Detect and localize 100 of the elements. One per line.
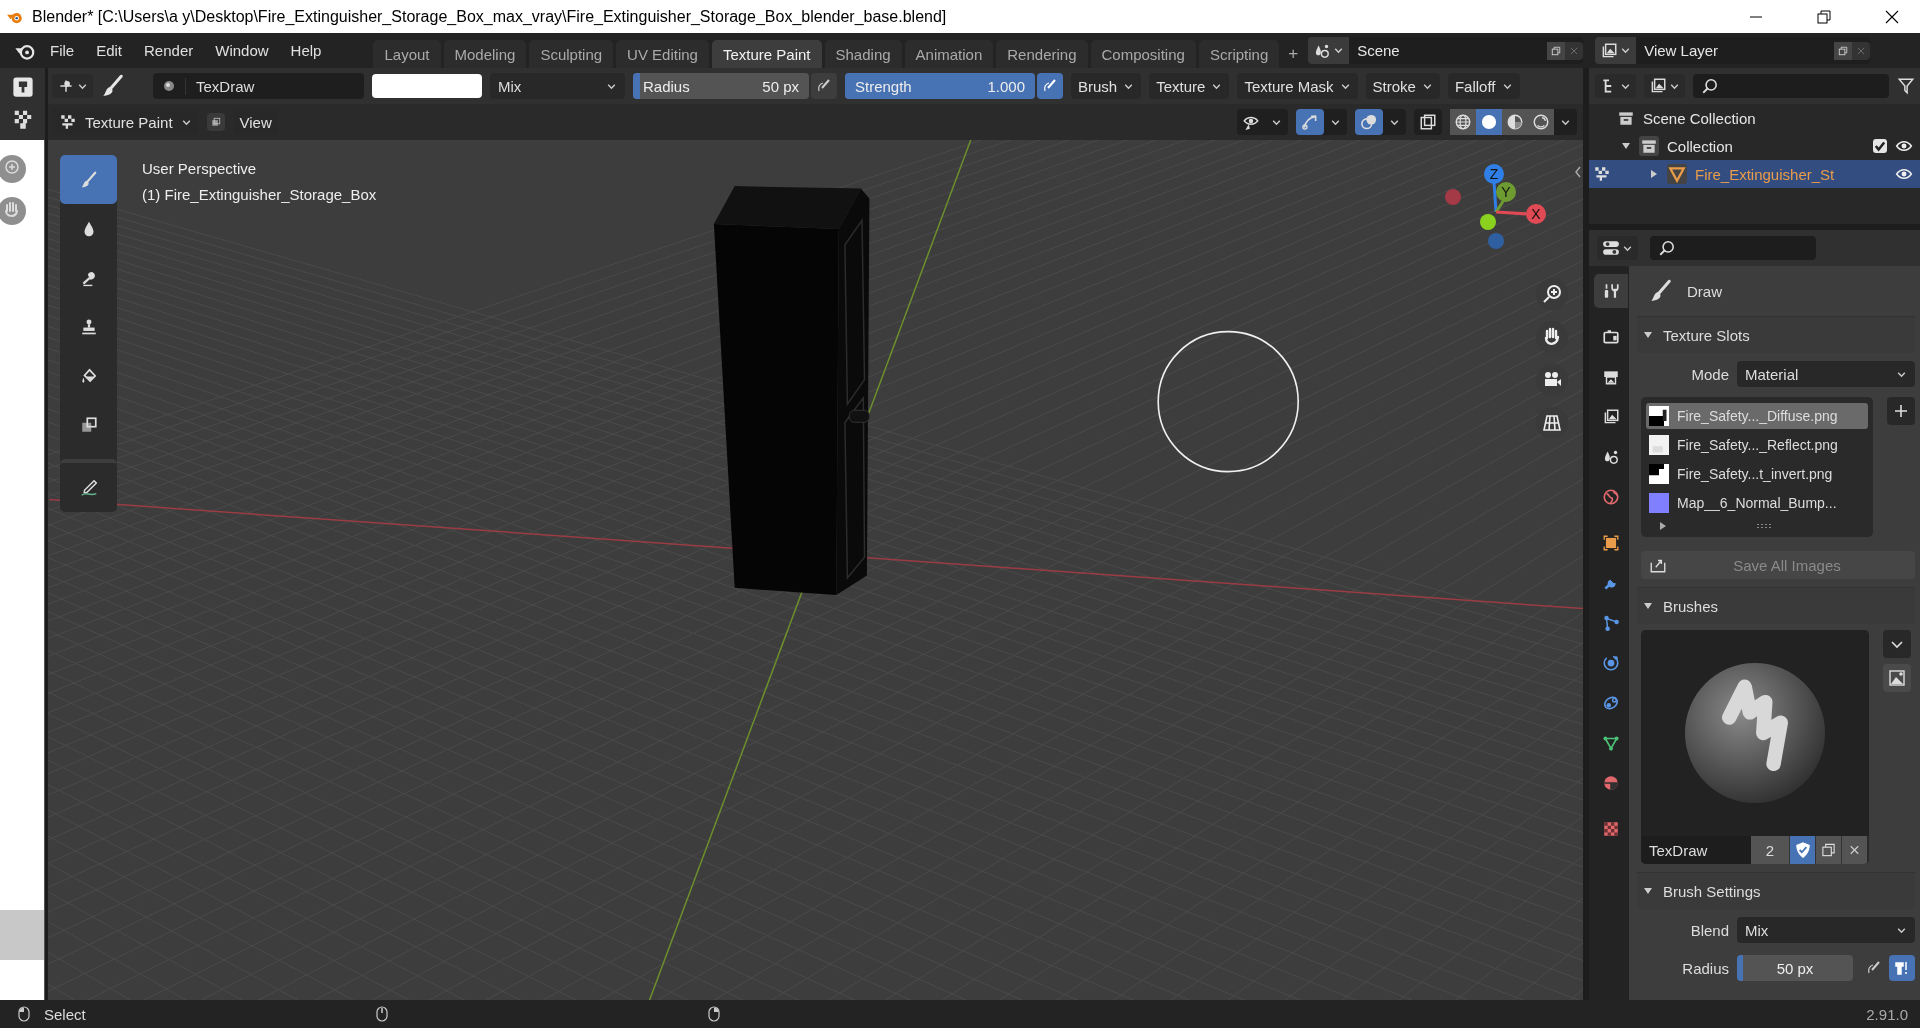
gizmo-toggle[interactable] <box>1296 109 1324 135</box>
pen-icon <box>1042 78 1058 94</box>
brush-icon[interactable] <box>101 74 125 98</box>
editor-type-selector[interactable] <box>1597 236 1638 260</box>
add-workspace-button[interactable]: + <box>1282 40 1305 68</box>
outliner-row[interactable]: Fire_Extinguisher_St <box>1589 160 1920 188</box>
arrow-icon <box>1301 113 1319 131</box>
pressure-button[interactable] <box>811 73 837 99</box>
menu-item[interactable]: Edit <box>96 42 123 59</box>
color-swatch[interactable] <box>372 74 482 98</box>
workspace-tab[interactable]: Compositing <box>1090 40 1196 68</box>
menu-item[interactable]: File <box>50 42 75 59</box>
unit-toggle[interactable] <box>1889 955 1915 981</box>
blend-dropdown[interactable]: Mix <box>490 73 625 99</box>
restore-icon[interactable] <box>1816 8 1832 25</box>
expand-arrow-icon[interactable] <box>1649 169 1659 179</box>
workspace-tab[interactable]: Layout <box>373 40 441 68</box>
resize-handle[interactable] <box>1756 523 1772 529</box>
header-menu[interactable]: Stroke <box>1365 73 1440 99</box>
pen-icon <box>816 78 832 94</box>
paint-mode-icon[interactable] <box>11 76 34 98</box>
view-selector[interactable] <box>1644 74 1685 98</box>
user-count[interactable]: 2 <box>1751 836 1789 864</box>
menu-item[interactable]: Render <box>144 42 194 59</box>
outliner-item[interactable]: Fire_Extinguisher_St <box>1695 165 1887 183</box>
images-icon <box>1602 408 1620 426</box>
outliner-item[interactable]: Scene Collection <box>1643 109 1756 127</box>
thumbnail-icon <box>1649 464 1669 484</box>
checker-icon <box>1593 165 1611 183</box>
thumbnail-icon <box>1649 406 1669 426</box>
texture-slot[interactable]: Fire_Safety...t_invert.png <box>1646 461 1868 487</box>
workspace-tab[interactable]: UV Editing <box>616 40 709 68</box>
filter-icon[interactable] <box>1897 77 1915 95</box>
viewport-info: (1) Fire_Extinguisher_Storage_Box <box>142 185 377 205</box>
layers-icon <box>79 415 98 434</box>
view-layer-selector[interactable] <box>1595 37 1637 64</box>
mode-dropdown[interactable]: Material <box>1737 361 1915 387</box>
menu-item[interactable]: Help <box>290 42 322 59</box>
header-menu[interactable]: Texture <box>1149 73 1230 99</box>
rendered-shading-button[interactable] <box>1528 109 1554 135</box>
axis-gizmo[interactable]: Z Y X <box>1438 160 1558 270</box>
caret-icon[interactable] <box>1883 630 1911 658</box>
workspace-tab[interactable]: Scripting <box>1198 40 1280 68</box>
radius-slider[interactable]: 50 px <box>1737 955 1853 981</box>
texture-slot[interactable]: Map__6_Normal_Bump... <box>1646 490 1868 516</box>
display-mode-selector[interactable] <box>1595 74 1636 98</box>
viewport-info: User Perspective <box>142 159 258 179</box>
brush-icon <box>79 170 98 189</box>
field-label: Radius <box>1681 959 1729 977</box>
header-menu[interactable]: Falloff <box>1447 73 1520 99</box>
tool-selector[interactable] <box>52 74 93 98</box>
texture-slot[interactable]: Fire_Safety..._Diffuse.png <box>1646 403 1868 429</box>
workspace-tab[interactable]: Animation <box>904 40 994 68</box>
close-icon[interactable] <box>1841 836 1867 864</box>
switches-icon <box>1602 239 1620 257</box>
add-button[interactable] <box>1887 397 1915 425</box>
camera-icon <box>1602 328 1620 346</box>
workspace-tab[interactable]: Modeling <box>443 40 527 68</box>
overlay-toggle[interactable] <box>1355 109 1383 135</box>
copy-icon[interactable] <box>1547 41 1566 60</box>
brush-name-field[interactable]: TexDraw <box>1641 836 1751 864</box>
checkmark-icon <box>1873 139 1887 153</box>
menu-item[interactable]: Window <box>215 42 269 59</box>
solid-shading-button[interactable] <box>1476 109 1502 135</box>
radius-slider[interactable]: Radius 50 px <box>633 73 809 99</box>
checkbox[interactable] <box>1873 139 1887 153</box>
unit-icon <box>1894 960 1910 976</box>
pressure-button[interactable] <box>1037 73 1063 99</box>
texture-slot[interactable]: Fire_Safety..._Reflect.png <box>1646 432 1868 458</box>
header-menu[interactable]: Brush <box>1071 73 1142 99</box>
workspace-tab[interactable]: Rendering <box>996 40 1088 68</box>
blend-dropdown[interactable]: Mix <box>1737 917 1915 943</box>
slot-name: Fire_Safety..._Diffuse.png <box>1677 408 1838 424</box>
outliner-item[interactable]: Collection <box>1667 137 1865 155</box>
copy-icon[interactable] <box>1815 836 1841 864</box>
close-icon[interactable] <box>1884 8 1900 25</box>
chevron-icon[interactable] <box>1573 164 1583 180</box>
mouse-icon <box>375 1006 388 1022</box>
strength-slider[interactable]: Strength 1.000 <box>845 73 1035 99</box>
header-menu[interactable]: Texture Mask <box>1237 73 1358 99</box>
fake-user-toggle[interactable] <box>1789 836 1815 864</box>
tool-tab[interactable] <box>1594 274 1628 308</box>
hand-icon[interactable] <box>1536 321 1568 353</box>
scene-selector[interactable] <box>1308 37 1350 64</box>
expand-arrow-icon[interactable] <box>1621 141 1631 151</box>
wireframe-shading-button[interactable] <box>1450 109 1476 135</box>
search-field[interactable] <box>1693 74 1889 98</box>
squares-icon[interactable] <box>206 113 225 131</box>
image-icon[interactable] <box>1883 664 1911 692</box>
zoom-icon[interactable] <box>1536 278 1568 310</box>
material-shading-button[interactable] <box>1502 109 1528 135</box>
workspace-tab[interactable]: Shading <box>824 40 902 68</box>
search-field[interactable] <box>1650 236 1816 260</box>
brush-field[interactable]: TexDraw <box>153 73 364 99</box>
workspace-tab[interactable]: Texture Paint <box>711 40 822 68</box>
expand-arrow-icon[interactable] <box>1658 521 1668 531</box>
workspace-tab[interactable]: Sculpting <box>529 40 614 68</box>
mouse-icon <box>707 1006 720 1022</box>
cone-icon <box>1667 164 1687 184</box>
copy-icon[interactable] <box>1834 41 1853 60</box>
